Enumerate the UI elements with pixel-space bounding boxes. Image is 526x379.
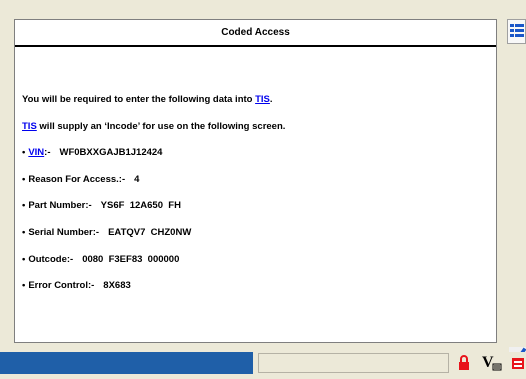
error-control-value: 8X683: [103, 280, 131, 292]
instruction-line-1: You will be required to enter the follow…: [22, 93, 490, 107]
battery-icon: [512, 358, 524, 369]
menu-button[interactable]: [507, 19, 526, 44]
menu-list-icon: [510, 24, 524, 37]
instruction-text: You will be required to enter the follow…: [22, 94, 256, 105]
vin-label: :-: [44, 147, 51, 159]
status-field: [258, 353, 449, 373]
panel-title: Coded Access: [15, 20, 496, 47]
content-lines: You will be required to enter the follow…: [22, 93, 490, 306]
serial-number-row: • Serial Number:- EATQV7 CHZ0NW: [22, 226, 490, 240]
reason-value: 4: [134, 173, 140, 185]
bullet: •: [22, 200, 26, 212]
serial-number-label: Serial Number:-: [28, 226, 100, 238]
serial-number-value: EATQV7 CHZ0NW: [108, 226, 192, 238]
status-progress-area: [0, 352, 253, 374]
error-control-row: • Error Control:- 8X683: [22, 279, 490, 293]
lock-icon: [459, 355, 469, 370]
outcode-label: Outcode:-: [28, 253, 74, 265]
reason-row: • Reason For Access.:- 4: [22, 173, 490, 187]
part-number-row: • Part Number:- YS6F 12A650 FH: [22, 199, 490, 213]
instruction-end: .: [269, 94, 273, 105]
outcode-value: 0080 F3EF83 000000: [82, 253, 180, 265]
app-window: Coded Access You will be required to ent…: [0, 0, 526, 374]
vehicle-comm-icon: V: [482, 354, 502, 371]
vin-link[interactable]: VIN: [28, 147, 44, 158]
v-letter: V: [482, 354, 494, 371]
vehicle-comm-status[interactable]: V: [480, 352, 506, 374]
coded-access-panel: Coded Access You will be required to ent…: [14, 19, 497, 343]
bullet: •: [22, 226, 26, 238]
lock-status[interactable]: [456, 352, 472, 374]
vin-value: WF0BXXGAJB1J12424: [59, 147, 163, 159]
tis-link[interactable]: TIS: [22, 121, 37, 132]
tis-link[interactable]: TIS: [255, 94, 270, 105]
bullet: •: [22, 173, 26, 185]
reason-label: Reason For Access.:-: [28, 173, 126, 185]
error-control-label: Error Control:-: [28, 280, 95, 292]
vin-row: • VIN:- WF0BXXGAJB1J12424: [22, 146, 490, 160]
part-number-label: Part Number:-: [28, 200, 92, 212]
outcode-row: • Outcode:- 0080 F3EF83 000000: [22, 253, 490, 267]
battery-status[interactable]: [510, 352, 526, 374]
right-toolbar: [497, 0, 526, 352]
bullet: •: [22, 147, 26, 159]
part-number-value: YS6F 12A650 FH: [100, 200, 181, 212]
bullet: •: [22, 280, 26, 292]
status-bar: V: [0, 352, 526, 374]
instruction-text: will supply an ‘Incode’ for use on the f…: [36, 120, 286, 132]
instruction-line-2: TIS will supply an ‘Incode’ for use on t…: [22, 120, 490, 134]
bullet: •: [22, 253, 26, 265]
